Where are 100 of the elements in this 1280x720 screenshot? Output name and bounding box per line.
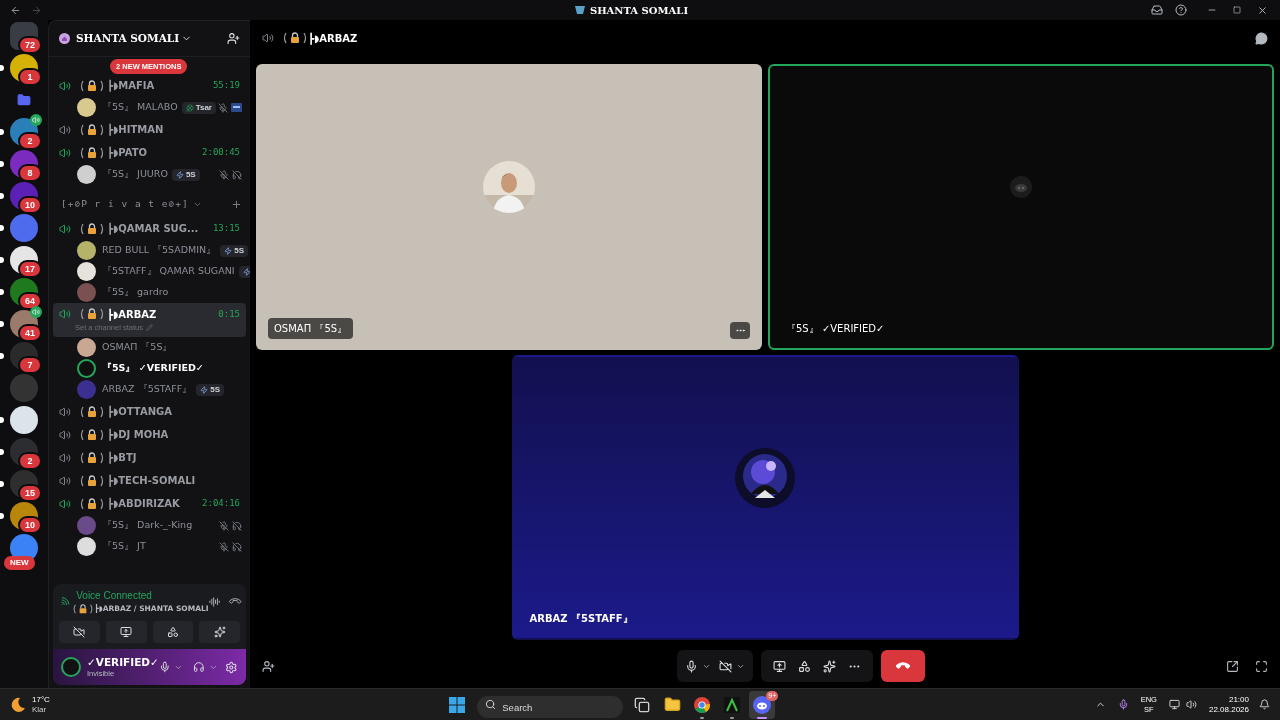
voice-user[interactable]: 『5S』 Dark-_-King — [49, 515, 250, 536]
volume-icon[interactable] — [1185, 699, 1197, 710]
video-tile[interactable]: OSMAΠ 『5S』 — [256, 64, 762, 350]
settings-icon[interactable] — [225, 660, 238, 674]
unread-badge: 7 — [18, 356, 42, 374]
user-name: 『5S』 MALABO — [102, 100, 178, 115]
maximize-icon[interactable] — [1233, 6, 1241, 14]
user-tag: 5S — [196, 383, 224, 396]
voice-channel[interactable]: ┣◗HITMAN — [53, 118, 246, 141]
user-name: ✓VERIFIED✓ — [87, 655, 159, 669]
voice-channel[interactable]: ┣◗PATO 2:00:45 — [53, 141, 246, 164]
chat-icon[interactable] — [1255, 31, 1268, 45]
user-name: 『5STAFF』 QAMAR SUGANI — [102, 264, 235, 279]
voice-user[interactable]: OSMAΠ 『5S』 — [49, 337, 250, 358]
avatar — [61, 657, 81, 677]
voice-channel[interactable]: ┣◗ABDIRIZAK 2:04:16 — [53, 492, 246, 515]
screen-share-icon[interactable] — [772, 659, 786, 673]
lock-icon — [79, 405, 105, 418]
close-icon[interactable] — [1257, 4, 1268, 16]
running-indicator — [757, 716, 768, 719]
user-name: 『5S』 JT — [102, 539, 146, 554]
video-tile[interactable]: ARBAZ 『5STAFF』 — [511, 355, 1019, 640]
voice-channel[interactable]: ┣◗OTTANGA — [53, 400, 246, 423]
lock-icon — [79, 451, 105, 464]
unread-badge: 15 — [18, 484, 42, 502]
inbox-icon[interactable] — [1151, 4, 1163, 16]
unread-badge: 17 — [18, 260, 42, 278]
noise-icon[interactable] — [208, 595, 220, 608]
lock-icon — [79, 428, 105, 441]
home-icon — [59, 33, 70, 44]
activities-button[interactable] — [152, 621, 194, 643]
server-icon[interactable] — [10, 406, 38, 434]
add-user-icon[interactable] — [262, 659, 275, 673]
folder-icon — [663, 696, 681, 713]
clock-time[interactable]: 21:00 — [1228, 694, 1249, 705]
voice-channel[interactable]: ┣◗BTJ — [53, 446, 246, 469]
server-icon — [574, 6, 585, 14]
lock-icon — [79, 222, 105, 235]
window-title: SHANTA SOMALI — [589, 3, 689, 18]
more-button[interactable] — [730, 322, 750, 339]
screen-share-button[interactable] — [105, 621, 147, 643]
lightning-icon — [200, 385, 209, 394]
soundboard-button[interactable] — [199, 621, 240, 643]
lock-icon — [79, 123, 105, 136]
user-name: 『5S』 gardro — [102, 285, 169, 300]
server-name[interactable]: SHANTA SOMALI — [76, 30, 180, 47]
screen-share-icon — [120, 626, 133, 638]
voice-user[interactable]: 『5STAFF』 QAMAR SUGANI — [49, 261, 250, 282]
fullscreen-icon[interactable] — [1255, 659, 1268, 673]
notification-icon[interactable] — [1259, 699, 1270, 710]
unread-badge: 8 — [18, 164, 42, 182]
call-timer: 55:19 — [212, 78, 240, 92]
lock-icon — [79, 497, 105, 510]
unread-badge: 41 — [18, 324, 42, 342]
channel-name: ┣◗MAFIA — [107, 78, 155, 93]
camera-button[interactable] — [59, 621, 100, 643]
network-icon[interactable] — [1168, 699, 1180, 710]
channel-name: ┣◗QAMAR SUG... — [107, 221, 199, 236]
headphones-icon[interactable] — [193, 661, 205, 673]
sparkles-icon[interactable] — [822, 659, 836, 673]
lock-icon — [79, 308, 105, 321]
user-tag: 5S — [171, 168, 200, 181]
voice-user[interactable]: ARBAZ 『5STAFF』 5S — [49, 379, 250, 400]
voice-user[interactable]: 『5S』 JT — [49, 536, 250, 557]
channel-name: ┣◗OTTANGA — [107, 404, 172, 419]
voice-user[interactable]: RED BULL 『5SADMIN』 5S — [49, 240, 250, 261]
voice-channel[interactable]: ┣◗QAMAR SUG... 13:15 — [53, 217, 246, 240]
start-icon[interactable] — [449, 696, 466, 713]
voice-user[interactable]: 『5S』 JUURO 5S — [49, 164, 250, 185]
back-icon[interactable] — [10, 4, 21, 16]
moon-icon — [10, 696, 26, 713]
category-name[interactable]: [+⊘P r i v a t e⊘+] — [61, 196, 189, 212]
invite-icon[interactable] — [227, 32, 240, 45]
microphone-icon[interactable] — [684, 659, 698, 673]
help-icon[interactable] — [1175, 4, 1187, 16]
channel-name: ┣◗BTJ — [107, 450, 137, 465]
clock-date[interactable]: 22.08.2026 — [1208, 704, 1249, 715]
voice-user[interactable]: 『5S』 gardro — [49, 282, 250, 303]
call-timer: 2:04:16 — [202, 496, 240, 510]
shapes-icon[interactable] — [797, 659, 811, 673]
channel-name: ┣◗HITMAN — [107, 122, 164, 137]
leave-call-button[interactable] — [880, 650, 925, 682]
create-channel-icon[interactable] — [231, 198, 242, 210]
voice-channel[interactable]: ┣◗DJ MOHA — [53, 423, 246, 446]
camera-off-icon[interactable] — [718, 659, 732, 673]
search-field[interactable]: Search — [477, 696, 624, 718]
microphone-icon[interactable] — [158, 661, 171, 673]
unread-badge: 2 — [18, 132, 42, 150]
microphone-icon[interactable] — [1117, 699, 1129, 710]
video-tile[interactable]: 『5S』 ✓VERIFIED✓ — [768, 64, 1274, 350]
camera-off-icon — [73, 626, 86, 638]
call-timer: 13:15 — [212, 221, 240, 235]
channel-name: ┣◗DJ MOHA — [107, 427, 169, 442]
voice-user[interactable]: 『5S』 MALABO Tsar — [49, 97, 250, 118]
voice-channel[interactable]: ┣◗MAFIA 55:19 — [53, 74, 246, 97]
voice-user[interactable]: 『5S』 ✓VERIFIED✓ — [49, 358, 250, 379]
lightning-icon — [242, 267, 250, 276]
voice-channel[interactable]: ┣◗TECH-SOMALI — [53, 469, 246, 492]
pop-out-icon[interactable] — [1226, 659, 1239, 673]
channel-title: ┣◗ARBAZ — [308, 31, 358, 46]
